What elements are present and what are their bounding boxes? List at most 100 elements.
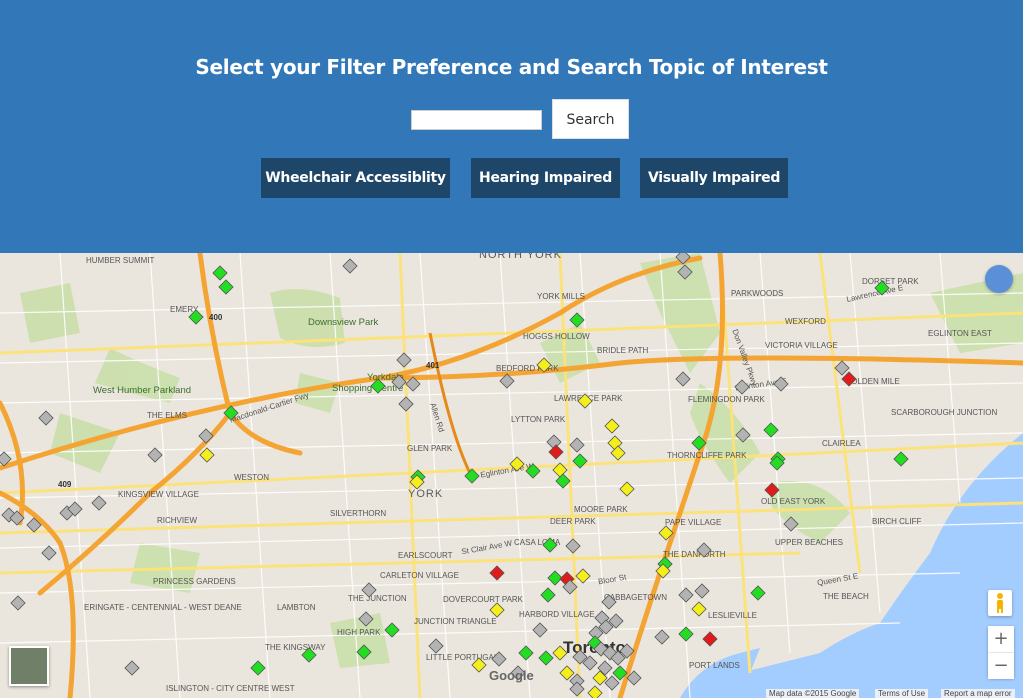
map-marker-gray[interactable] bbox=[773, 376, 789, 392]
map-marker-green[interactable] bbox=[370, 378, 386, 394]
map-marker-green[interactable] bbox=[678, 626, 694, 642]
map-marker-green[interactable] bbox=[874, 280, 890, 296]
map-marker-gray[interactable] bbox=[198, 428, 214, 444]
map-marker-green[interactable] bbox=[218, 279, 234, 295]
map-marker-red[interactable] bbox=[764, 482, 780, 498]
map-marker-green[interactable] bbox=[893, 451, 909, 467]
map-marker-yellow[interactable] bbox=[587, 685, 603, 698]
report-map-error-link[interactable]: Report a map error bbox=[941, 689, 1015, 698]
map-marker-green[interactable] bbox=[612, 665, 628, 681]
map-marker-green[interactable] bbox=[212, 265, 228, 281]
map-marker-green[interactable] bbox=[540, 587, 556, 603]
map-marker-gray[interactable] bbox=[38, 410, 54, 426]
map-marker-green[interactable] bbox=[301, 647, 317, 663]
map-marker-gray[interactable] bbox=[147, 447, 163, 463]
map-marker-gray[interactable] bbox=[834, 360, 850, 376]
map-marker-gray[interactable] bbox=[601, 594, 617, 610]
map-marker-yellow[interactable] bbox=[471, 657, 487, 673]
map-marker-yellow[interactable] bbox=[575, 568, 591, 584]
page-title: Select your Filter Preference and Search… bbox=[195, 55, 828, 79]
search-button[interactable]: Search bbox=[552, 99, 629, 139]
map-marker-yellow[interactable] bbox=[509, 456, 525, 472]
map-marker-yellow[interactable] bbox=[552, 462, 568, 478]
map-marker-gray[interactable] bbox=[491, 651, 507, 667]
map-marker-green[interactable] bbox=[572, 453, 588, 469]
map-marker-green[interactable] bbox=[750, 585, 766, 601]
map-marker-yellow[interactable] bbox=[536, 357, 552, 373]
map-marker-green[interactable] bbox=[691, 435, 707, 451]
map-marker-gray[interactable] bbox=[396, 352, 412, 368]
map-marker-gray[interactable] bbox=[428, 638, 444, 654]
satellite-toggle-thumbnail[interactable] bbox=[9, 646, 49, 686]
map-marker-gray[interactable] bbox=[41, 545, 57, 561]
map-marker-gray[interactable] bbox=[499, 373, 515, 389]
zoom-out-button[interactable]: − bbox=[988, 652, 1014, 679]
map-marker-gray[interactable] bbox=[565, 538, 581, 554]
map-marker-green[interactable] bbox=[763, 422, 779, 438]
map-marker-gray[interactable] bbox=[391, 374, 407, 390]
map-marker-green[interactable] bbox=[188, 309, 204, 325]
map-marker-green[interactable] bbox=[555, 473, 571, 489]
map-marker-gray[interactable] bbox=[734, 379, 750, 395]
map-marker-green[interactable] bbox=[542, 537, 558, 553]
map-marker-gray[interactable] bbox=[124, 660, 140, 676]
map-marker-red[interactable] bbox=[841, 371, 857, 387]
map-marker-gray[interactable] bbox=[10, 595, 26, 611]
map-marker-red[interactable] bbox=[489, 565, 505, 581]
map-marker-yellow[interactable] bbox=[619, 481, 635, 497]
map-marker-yellow[interactable] bbox=[552, 645, 568, 661]
map-marker-green[interactable] bbox=[547, 570, 563, 586]
map-marker-yellow[interactable] bbox=[658, 525, 674, 541]
hearing-filter-button[interactable]: Hearing Impaired bbox=[471, 158, 620, 198]
map-marker-green[interactable] bbox=[384, 622, 400, 638]
map-marker-gray[interactable] bbox=[735, 427, 751, 443]
map-marker-green[interactable] bbox=[518, 645, 534, 661]
map-marker-gray[interactable] bbox=[358, 611, 374, 627]
visual-filter-button[interactable]: Visually Impaired bbox=[640, 158, 788, 198]
map-marker-red[interactable] bbox=[702, 631, 718, 647]
search-input[interactable] bbox=[411, 110, 542, 130]
map-marker-green[interactable] bbox=[356, 644, 372, 660]
map-marker-gray[interactable] bbox=[626, 670, 642, 686]
map-marker-gray[interactable] bbox=[654, 629, 670, 645]
map-marker-yellow[interactable] bbox=[604, 418, 620, 434]
zoom-in-button[interactable]: + bbox=[988, 626, 1014, 652]
map-marker-gray[interactable] bbox=[569, 681, 585, 697]
map-marker-green[interactable] bbox=[223, 405, 239, 421]
map-marker-green[interactable] bbox=[250, 660, 266, 676]
map-marker-gray[interactable] bbox=[678, 587, 694, 603]
map-marker-green[interactable] bbox=[525, 463, 541, 479]
map-marker-gray[interactable] bbox=[677, 264, 693, 280]
map-marker-gray[interactable] bbox=[696, 542, 712, 558]
header-banner: Select your Filter Preference and Search… bbox=[0, 0, 1023, 253]
map-marker-green[interactable] bbox=[464, 468, 480, 484]
pegman-icon[interactable] bbox=[988, 590, 1012, 616]
map-marker-gray[interactable] bbox=[0, 451, 12, 467]
map-marker-yellow[interactable] bbox=[559, 665, 575, 681]
map-marker-yellow[interactable] bbox=[199, 447, 215, 463]
terms-of-use-link[interactable]: Terms of Use bbox=[875, 689, 929, 698]
map-marker-gray[interactable] bbox=[694, 583, 710, 599]
map-marker-gray[interactable] bbox=[675, 371, 691, 387]
map-marker-gray[interactable] bbox=[91, 495, 107, 511]
map-marker-gray[interactable] bbox=[342, 258, 358, 274]
map-marker-gray[interactable] bbox=[361, 582, 377, 598]
map-data-attribution: Map data ©2015 Google bbox=[766, 689, 860, 698]
map-marker-gray[interactable] bbox=[569, 437, 585, 453]
map-marker-gray[interactable] bbox=[398, 396, 414, 412]
map-marker-red[interactable] bbox=[548, 444, 564, 460]
map-marker-gray[interactable] bbox=[26, 517, 42, 533]
wheelchair-filter-button[interactable]: Wheelchair Accessiblity bbox=[261, 158, 450, 198]
map-marker-yellow[interactable] bbox=[489, 602, 505, 618]
map-marker-gray[interactable] bbox=[783, 516, 799, 532]
user-location-icon[interactable] bbox=[985, 265, 1013, 293]
map-marker-yellow[interactable] bbox=[577, 393, 593, 409]
map-marker-yellow[interactable] bbox=[691, 601, 707, 617]
map-marker-gray[interactable] bbox=[675, 253, 691, 265]
map-marker-green[interactable] bbox=[538, 650, 554, 666]
map-marker-green[interactable] bbox=[569, 312, 585, 328]
map-canvas[interactable]: NORTH YORK YORK Toronto Downsview Park W… bbox=[0, 253, 1023, 698]
map-marker-gray[interactable] bbox=[405, 376, 421, 392]
map-marker-gray[interactable] bbox=[532, 622, 548, 638]
marker-layer bbox=[0, 253, 909, 698]
